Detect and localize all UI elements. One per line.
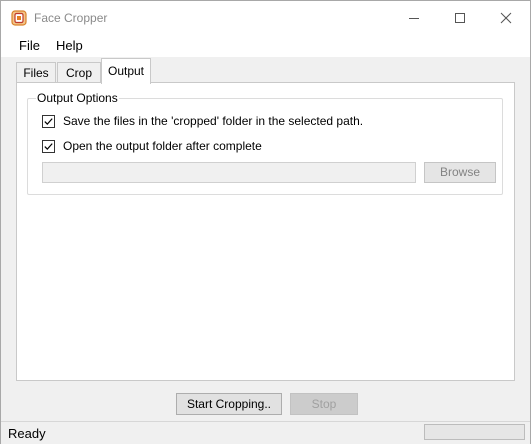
window-title: Face Cropper [34,11,108,25]
save-in-cropped-label: Save the files in the 'cropped' folder i… [63,114,364,128]
group-legend: Output Options [36,91,119,105]
browse-button[interactable]: Browse [424,162,496,183]
status-bar: Ready [1,421,530,444]
maximize-button[interactable] [437,1,483,35]
menu-help[interactable]: Help [56,38,83,53]
save-in-cropped-option[interactable]: Save the files in the 'cropped' folder i… [42,114,363,128]
app-icon [11,10,27,26]
close-icon [500,12,512,24]
open-after-complete-option[interactable]: Open the output folder after complete [42,139,262,153]
tab-files[interactable]: Files [16,62,56,83]
stop-button[interactable]: Stop [290,393,358,415]
open-after-complete-label: Open the output folder after complete [63,139,262,153]
tab-output[interactable]: Output [101,58,151,84]
start-cropping-button[interactable]: Start Cropping.. [176,393,282,415]
minimize-icon [409,18,419,19]
output-tab-panel: Output Options Save the files in the 'cr… [16,82,515,381]
open-after-complete-checkbox[interactable] [42,139,55,153]
menu-bar: File Help [1,35,530,57]
output-options-group: Output Options Save the files in the 'cr… [27,91,503,195]
tab-crop[interactable]: Crop [57,62,101,83]
maximize-icon [455,13,465,23]
status-text: Ready [8,426,46,441]
progress-bar [424,424,525,440]
checkmark-icon [44,142,53,150]
close-button[interactable] [483,1,529,35]
minimize-button[interactable] [391,1,437,35]
title-bar[interactable]: Face Cropper [1,1,530,35]
checkmark-icon [44,117,53,125]
menu-file[interactable]: File [19,38,40,53]
output-path-input[interactable] [42,162,416,183]
save-in-cropped-checkbox[interactable] [42,114,55,128]
app-window: Face Cropper File Help Files Crop Output… [0,0,531,444]
